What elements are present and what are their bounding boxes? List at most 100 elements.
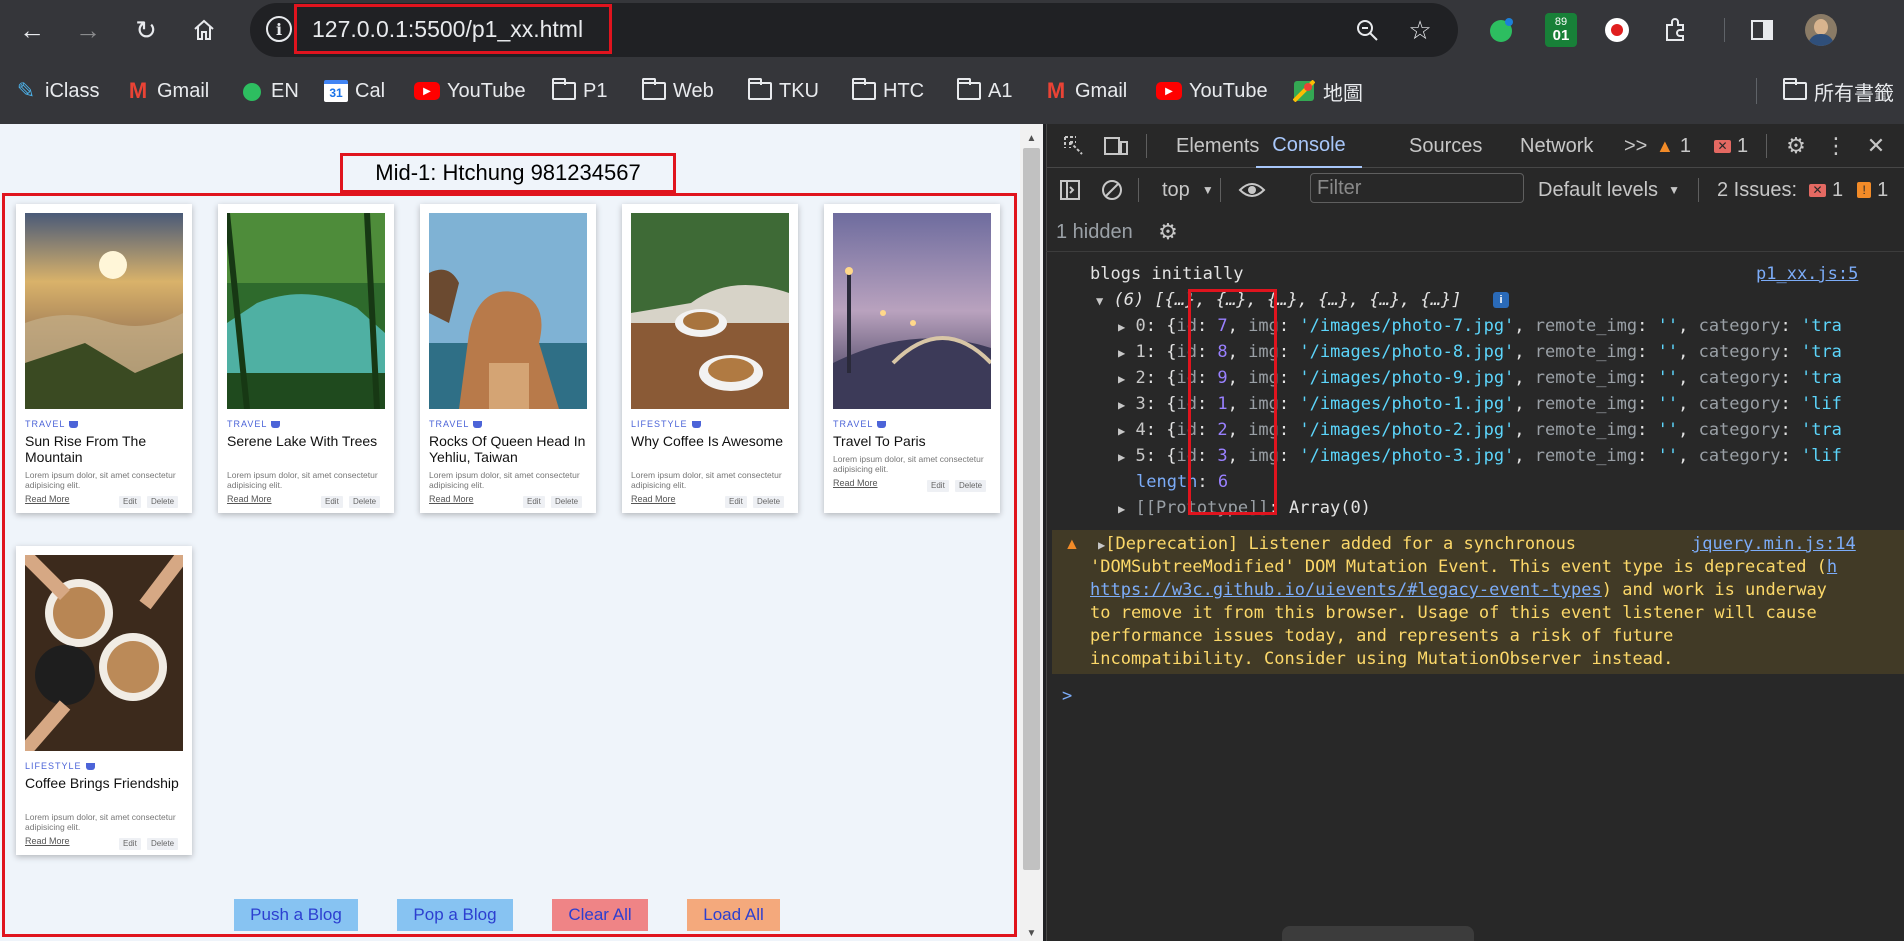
url-text[interactable]: 127.0.0.1:5500/p1_xx.html bbox=[294, 4, 612, 54]
delete-button[interactable]: Delete bbox=[147, 838, 179, 850]
log-levels-dropdown[interactable]: Default levels ▼ bbox=[1538, 168, 1680, 212]
bookmark-label: 地圖 bbox=[1323, 82, 1363, 105]
console-filter-input[interactable]: Filter bbox=[1310, 173, 1524, 203]
reload-icon[interactable]: ↻ bbox=[126, 10, 166, 50]
more-tabs-icon[interactable]: >> bbox=[1624, 124, 1647, 168]
sidebar-toggle-icon[interactable] bbox=[1056, 176, 1084, 204]
side-panel-icon[interactable] bbox=[1744, 12, 1780, 48]
info-badge-icon[interactable]: i bbox=[1493, 292, 1509, 308]
bookmark-p1[interactable]: P1 bbox=[552, 76, 607, 106]
zoom-icon[interactable] bbox=[1351, 14, 1383, 46]
context-selector[interactable]: top ▼ bbox=[1162, 168, 1214, 212]
tab-console[interactable]: Console bbox=[1256, 124, 1362, 168]
bookmark-label: P1 bbox=[583, 79, 608, 102]
warnings-counter[interactable]: ▲ 1 bbox=[1656, 124, 1691, 168]
bookmark-label: Gmail bbox=[157, 79, 210, 102]
delete-button[interactable]: Delete bbox=[349, 496, 381, 508]
clear-all-button[interactable]: Clear All bbox=[552, 899, 648, 931]
folder-icon bbox=[1783, 78, 1807, 100]
bookmark-a1[interactable]: A1 bbox=[957, 76, 1012, 106]
bookmark-htc[interactable]: HTC bbox=[852, 76, 924, 106]
scroll-down-icon[interactable]: ▼ bbox=[1023, 925, 1040, 941]
live-expression-eye-icon[interactable] bbox=[1236, 176, 1268, 204]
bookmark-en[interactable]: EN bbox=[240, 76, 299, 106]
context-label: top bbox=[1162, 178, 1190, 201]
edit-button[interactable]: Edit bbox=[321, 496, 343, 508]
error-count: 1 bbox=[1737, 134, 1749, 157]
delete-button[interactable]: Delete bbox=[551, 496, 583, 508]
calendar-badge-icon[interactable]: 89 01 bbox=[1543, 12, 1579, 48]
extensions-puzzle-icon[interactable] bbox=[1658, 12, 1694, 48]
errors-counter[interactable]: ✕ 1 bbox=[1714, 124, 1748, 168]
bookmark-web[interactable]: Web bbox=[642, 76, 714, 106]
load-all-button[interactable]: Load All bbox=[687, 899, 780, 931]
bookmark-youtube[interactable]: ▶ YouTube bbox=[414, 76, 526, 106]
read-more-link[interactable]: Read More bbox=[631, 494, 676, 504]
console-prompt[interactable]: > bbox=[1062, 686, 1072, 706]
warning-docs-link[interactable]: https://w3c.github.io/uievents/#legacy-e… bbox=[1090, 580, 1602, 600]
record-icon[interactable] bbox=[1599, 12, 1635, 48]
issues-counter[interactable]: 2 Issues: ✕ 1 ! 1 bbox=[1717, 168, 1888, 212]
bookmark-gmail-2[interactable]: M Gmail bbox=[1044, 76, 1127, 106]
device-toolbar-icon[interactable] bbox=[1102, 132, 1130, 160]
close-devtools-icon[interactable]: ✕ bbox=[1862, 132, 1890, 160]
delete-button[interactable]: Delete bbox=[753, 496, 785, 508]
bookmark-cal[interactable]: 31 Cal bbox=[324, 76, 385, 106]
bookmark-maps[interactable]: 地圖 bbox=[1292, 76, 1363, 106]
bookmark-star-icon[interactable]: ☆ bbox=[1404, 14, 1436, 46]
folder-icon bbox=[642, 78, 666, 100]
floating-toolbar[interactable] bbox=[1282, 926, 1474, 941]
scroll-up-icon[interactable]: ▲ bbox=[1023, 130, 1040, 146]
gmail-icon: M bbox=[128, 78, 148, 103]
bookmarks-divider bbox=[1756, 78, 1757, 104]
blog-category: TRAVEL bbox=[25, 419, 79, 429]
inspect-element-icon[interactable] bbox=[1060, 132, 1088, 160]
warning-line[interactable]: ▶[Deprecation] Listener added for a sync… bbox=[1098, 534, 1576, 554]
read-more-link[interactable]: Read More bbox=[25, 494, 70, 504]
blog-description: Lorem ipsum dolor, sit amet consectetur … bbox=[429, 470, 580, 490]
settings-gear-icon[interactable]: ⚙ bbox=[1782, 132, 1810, 160]
tab-elements[interactable]: Elements bbox=[1176, 124, 1259, 168]
edit-button[interactable]: Edit bbox=[725, 496, 747, 508]
edit-button[interactable]: Edit bbox=[523, 496, 545, 508]
read-more-link[interactable]: Read More bbox=[25, 836, 70, 846]
site-info-icon[interactable]: i bbox=[266, 16, 292, 42]
bookmark-youtube-2[interactable]: ▶ YouTube bbox=[1156, 76, 1268, 106]
edit-button[interactable]: Edit bbox=[119, 838, 141, 850]
hidden-count: 1 hidden bbox=[1056, 220, 1133, 243]
more-options-icon[interactable]: ⋮ bbox=[1825, 132, 1847, 160]
home-icon[interactable] bbox=[184, 10, 224, 50]
clear-console-icon[interactable] bbox=[1098, 176, 1126, 204]
delete-button[interactable]: Delete bbox=[955, 480, 987, 492]
warning-count: 1 bbox=[1679, 134, 1691, 157]
evernote-ext-icon[interactable] bbox=[1483, 12, 1519, 48]
blog-photo-coffee bbox=[631, 213, 789, 409]
scrollbar-thumb[interactable] bbox=[1023, 148, 1040, 870]
back-icon[interactable]: ← bbox=[12, 10, 52, 50]
warning-source-link[interactable]: jquery.min.js:14 bbox=[1692, 534, 1856, 554]
log-levels-label: Default levels bbox=[1538, 178, 1659, 201]
forward-icon[interactable]: → bbox=[68, 10, 108, 50]
pop-blog-button[interactable]: Pop a Blog bbox=[397, 899, 513, 931]
tab-network[interactable]: Network bbox=[1520, 124, 1593, 168]
edit-button[interactable]: Edit bbox=[927, 480, 949, 492]
profile-avatar[interactable] bbox=[1803, 12, 1839, 48]
edit-button[interactable]: Edit bbox=[119, 496, 141, 508]
blog-photo-friendship bbox=[25, 555, 183, 751]
toolbar-divider bbox=[1724, 18, 1725, 42]
bookmark-gmail[interactable]: M Gmail bbox=[126, 76, 209, 106]
delete-button[interactable]: Delete bbox=[147, 496, 179, 508]
ext-badge-bottom: 01 bbox=[1552, 27, 1570, 44]
push-blog-button[interactable]: Push a Blog bbox=[234, 899, 358, 931]
bookmark-tku[interactable]: TKU bbox=[748, 76, 819, 106]
bookmark-iclass[interactable]: ✎ iClass bbox=[14, 76, 100, 106]
read-more-link[interactable]: Read More bbox=[227, 494, 272, 504]
tab-sources[interactable]: Sources bbox=[1409, 124, 1482, 168]
log-source-link[interactable]: p1_xx.js:5 bbox=[1756, 264, 1858, 284]
read-more-link[interactable]: Read More bbox=[833, 478, 878, 488]
array-summary-row[interactable]: ▼ (6) [{…}, {…}, {…}, {…}, {…}, {…}] bbox=[1096, 290, 1461, 310]
console-settings-gear-icon[interactable]: ⚙ bbox=[1154, 218, 1182, 246]
read-more-link[interactable]: Read More bbox=[429, 494, 474, 504]
bookmark-label: HTC bbox=[883, 79, 925, 102]
all-bookmarks-folder[interactable]: 所有書籤 bbox=[1783, 76, 1894, 106]
